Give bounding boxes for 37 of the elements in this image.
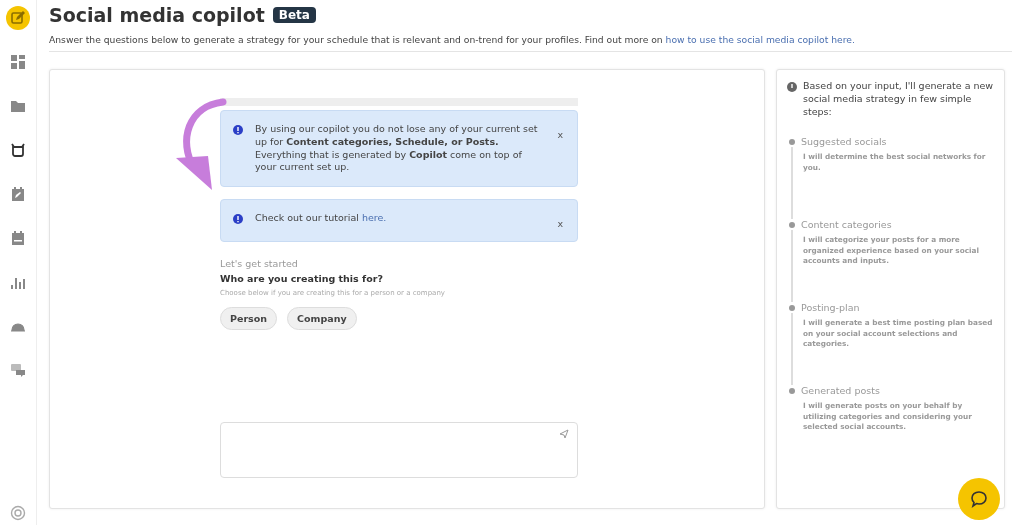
step-title: Posting-plan (801, 302, 860, 314)
step-dot (789, 221, 795, 228)
intro-text: Let's get started (220, 258, 299, 270)
robot-icon (10, 142, 26, 158)
help-icon[interactable] (10, 505, 26, 521)
step-title: Generated posts (801, 385, 880, 397)
calendar-edit-icon (10, 186, 26, 202)
option-button[interactable]: Person (220, 307, 278, 331)
info-icon (233, 214, 243, 225)
step-title: Content categories (801, 219, 892, 231)
step-dot (789, 304, 795, 311)
close-button[interactable]: x (553, 129, 567, 140)
info-icon (787, 82, 797, 92)
help-link[interactable]: how to use the social media copilot here. (665, 34, 855, 45)
scrollbar[interactable] (220, 98, 578, 106)
page-description: Answer the questions below to generate a strategy for your schedule that is relevant and on-trend for your profiles. Find out more on how to use the social media copilot here. (49, 34, 856, 45)
close-button[interactable]: x (553, 218, 567, 230)
send-icon[interactable] (559, 429, 569, 439)
beta-badge: Beta (272, 7, 316, 23)
steps-intro: Based on your input, I'll generate a new social media strategy in few simple steps: (803, 80, 994, 119)
option-button[interactable]: Company (287, 307, 357, 331)
step-dot (789, 138, 795, 145)
page-title: Social media copilot (49, 4, 265, 26)
notice-text: By using our copilot you do not lose any of your current set up for Content categories, Schedule, or Posts. Everything that is generated by Copilot come on top of your current set up. (255, 123, 539, 175)
calendar-icon (10, 230, 26, 246)
tutorial-link[interactable]: here. (361, 212, 387, 224)
info-icon (233, 125, 243, 135)
folder-icon (10, 98, 26, 114)
chat-icon (970, 490, 988, 508)
notice-text: Check out our tutorial here. (255, 212, 388, 226)
message-field[interactable] (220, 422, 578, 478)
chat-icon (10, 362, 26, 378)
question-title: Who are you creating this for? (220, 273, 384, 285)
step-title: Suggested socials (801, 136, 887, 148)
dashboard-icon (10, 54, 26, 70)
step-dot (789, 387, 795, 394)
compose-icon (10, 10, 26, 26)
